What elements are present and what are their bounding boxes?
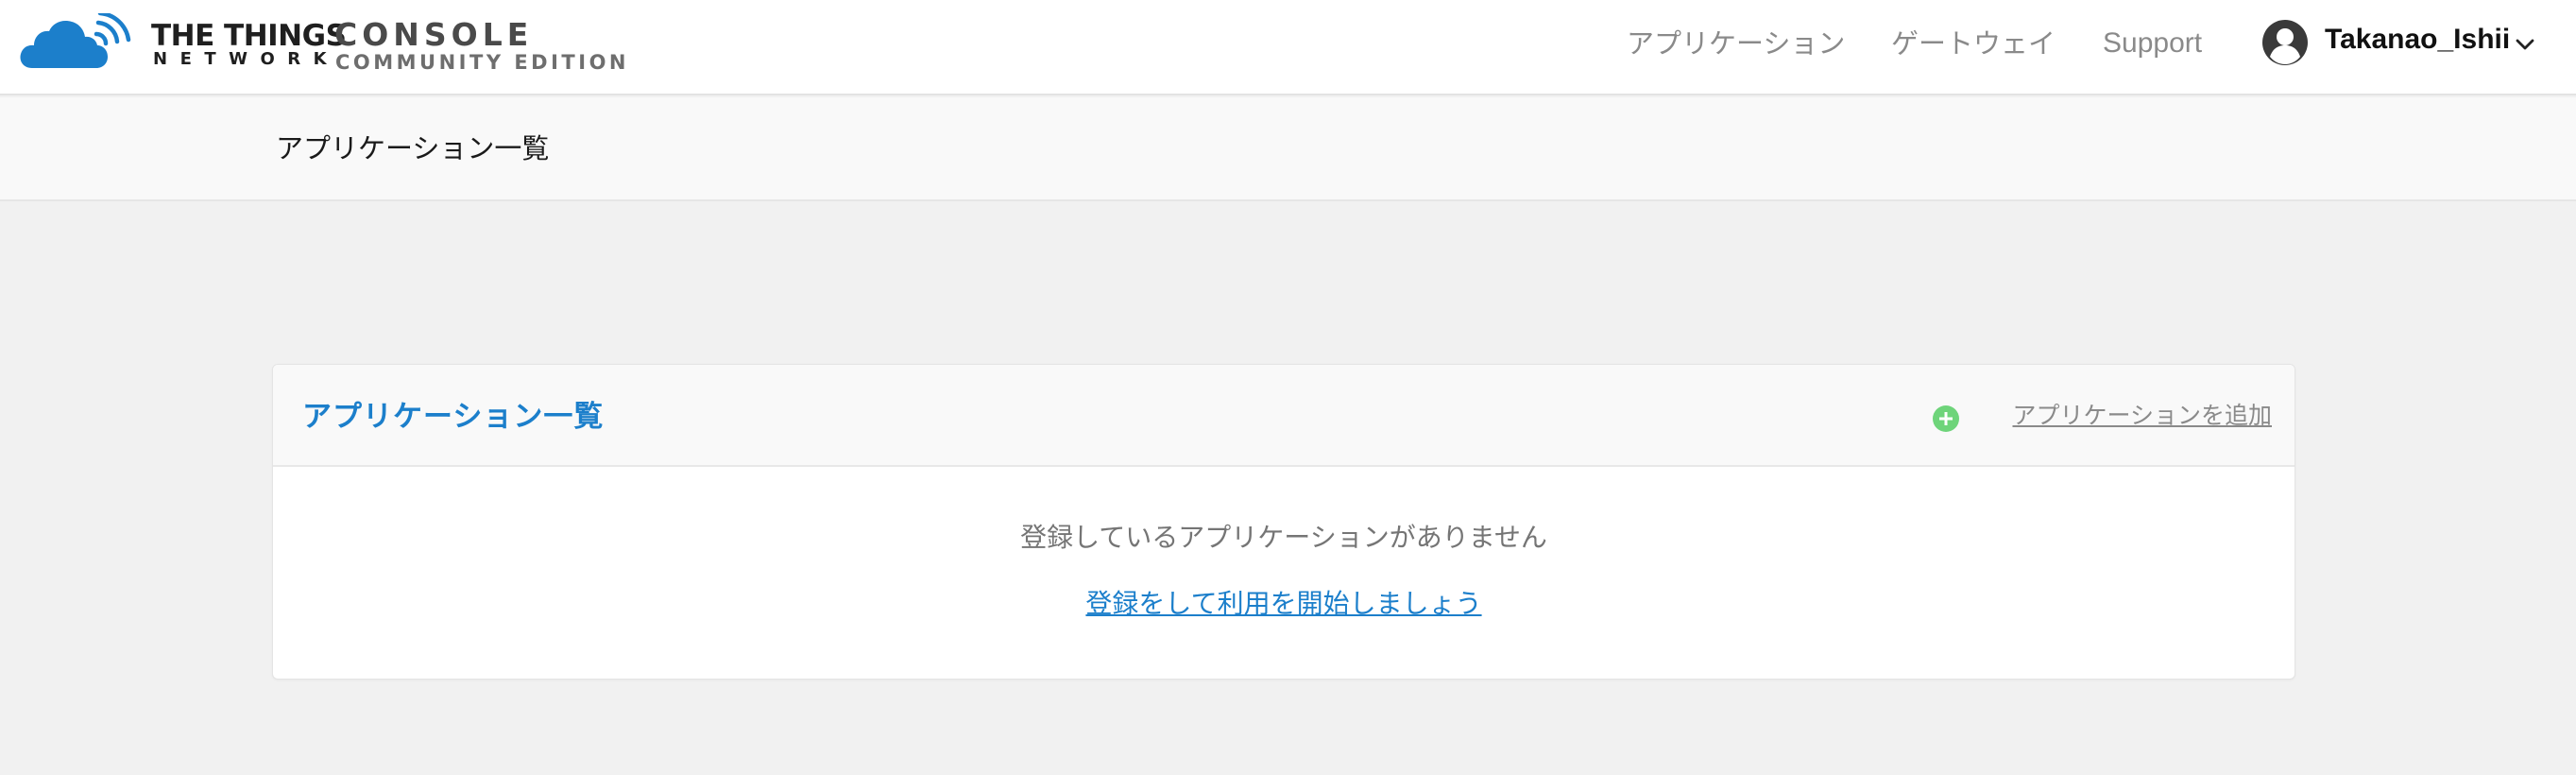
brand-name-sub: NETWORK [153,49,340,69]
product-edition: COMMUNITY EDITION [335,51,629,74]
brand-name: THE THINGS [151,19,347,53]
user-name: Takanao_Ishii [2325,24,2511,55]
chevron-down-icon [2516,39,2534,50]
page-title: アプリケーション一覧 [302,400,605,434]
card-header: アプリケーション一覧 アプリケーションを追加 [273,365,2295,467]
user-menu[interactable]: Takanao_Ishii [2261,17,2545,66]
user-avatar-icon [2262,20,2308,65]
plus-circle-icon [1933,405,1959,432]
empty-state-message: 登録しているアプリケーションがありません [1020,522,1547,553]
product-name: CONSOLE [334,16,534,53]
nav-gateways-link[interactable]: ゲートウェイ [1891,26,2056,60]
register-link-row: 登録をして利用を開始しましょう [273,587,2295,621]
ttn-cloud-icon [20,13,131,68]
nav-support-link[interactable]: Support [2103,26,2202,60]
get-started-link[interactable]: 登録をして利用を開始しましょう [1085,588,1481,619]
breadcrumb-current: アプリケーション一覧 [276,132,550,164]
nav-applications-link[interactable]: アプリケーション [1627,26,1845,60]
add-application-label: アプリケーションを追加 [2012,402,2272,429]
add-application-button[interactable]: アプリケーションを追加 [1932,399,2272,435]
top-navbar: THE THINGS NETWORK CONSOLE COMMUNITY EDI… [0,0,2576,95]
breadcrumb: アプリケーション一覧 [0,97,2576,201]
applications-card: アプリケーション一覧 アプリケーションを追加 登録しているアプリケーションがあり… [272,364,2295,680]
